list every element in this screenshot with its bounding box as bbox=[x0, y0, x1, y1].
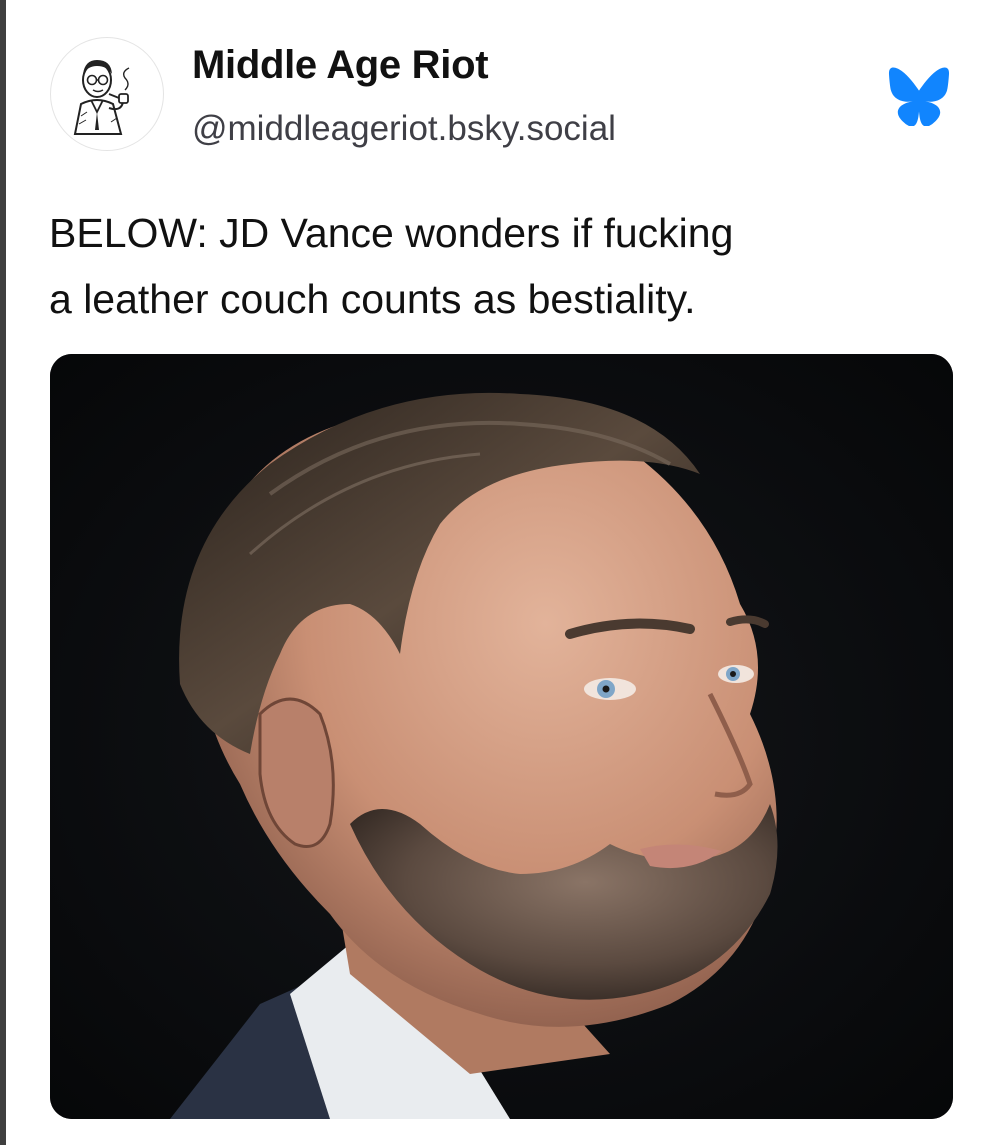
post-photo[interactable] bbox=[50, 354, 953, 1119]
man-portrait-photo bbox=[50, 354, 953, 1119]
post-body-text: BELOW: JD Vance wonders if fucking a lea… bbox=[49, 200, 949, 332]
author-display-name[interactable]: Middle Age Riot bbox=[192, 43, 489, 88]
pipe-smoker-illustration-icon bbox=[73, 60, 130, 135]
post-text-line-1: BELOW: JD Vance wonders if fucking bbox=[49, 210, 734, 256]
social-post-card: Middle Age Riot @middleageriot.bsky.soci… bbox=[6, 0, 985, 1145]
bluesky-butterfly-icon bbox=[888, 66, 950, 127]
post-text-line-2: a leather couch counts as bestiality. bbox=[49, 276, 696, 322]
author-avatar[interactable] bbox=[50, 37, 164, 151]
author-handle[interactable]: @middleageriot.bsky.social bbox=[192, 109, 616, 149]
